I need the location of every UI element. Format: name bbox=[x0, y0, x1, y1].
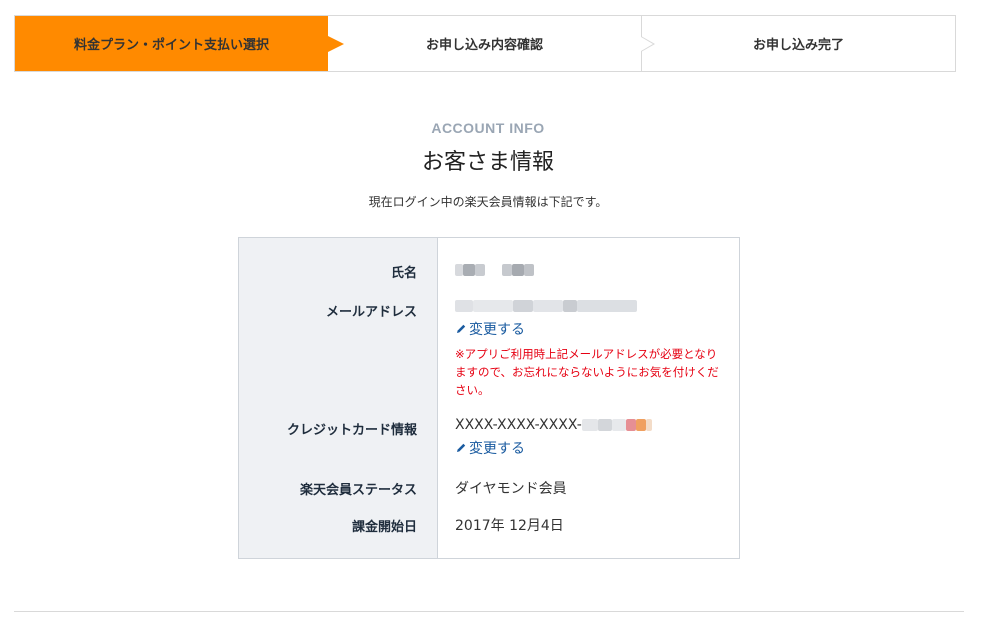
step-label: お申し込み完了 bbox=[752, 38, 844, 53]
card-value: XXXX-XXXX-XXXX- bbox=[455, 417, 652, 433]
section-eyebrow: ACCOUNT INFO bbox=[431, 120, 545, 136]
card-label: クレジットカード情報 bbox=[286, 423, 417, 438]
section-description: 現在ログイン中の楽天会員情報は下記です。 bbox=[368, 195, 608, 209]
billing-start-label: 課金開始日 bbox=[351, 520, 417, 535]
email-label: メールアドレス bbox=[325, 305, 417, 320]
email-warning-text: ※アプリご利用時上記メールアドレスが必要となりますので、お忘れにならないようにお… bbox=[455, 347, 719, 397]
member-status-value: ダイヤモンド会員 bbox=[455, 481, 567, 497]
name-value-redacted bbox=[455, 262, 534, 278]
status-label: 楽天会員ステータス bbox=[299, 483, 417, 498]
email-change-link[interactable]: 変更する bbox=[455, 319, 525, 339]
name-label: 氏名 bbox=[390, 266, 417, 281]
step-confirm: お申し込み内容確認 bbox=[328, 16, 641, 71]
progress-stepper: 料金プラン・ポイント支払い選択 お申し込み内容確認 お申し込み完了 bbox=[14, 15, 956, 72]
billing-start-value: 2017年 12月4日 bbox=[455, 518, 564, 534]
account-info-table: 氏名 メールアドレス クレジットカード情報 楽天会員ステータス 課金開始日 変更… bbox=[238, 237, 740, 559]
page-title: お客さま情報 bbox=[421, 150, 554, 175]
step-label: お申し込み内容確認 bbox=[425, 38, 543, 53]
step-complete: お申し込み完了 bbox=[641, 16, 955, 71]
email-change-label: 変更する bbox=[469, 322, 525, 338]
pencil-icon bbox=[457, 324, 466, 333]
pencil-icon bbox=[457, 443, 466, 452]
card-change-label: 変更する bbox=[469, 441, 525, 457]
step-arrow-icon bbox=[328, 35, 344, 52]
email-value-redacted bbox=[455, 298, 637, 314]
step-plan-selection: 料金プラン・ポイント支払い選択 bbox=[15, 16, 344, 71]
value-column: 変更する ※アプリご利用時上記メールアドレスが必要となりますので、お忘れにならな… bbox=[438, 238, 739, 558]
card-change-link[interactable]: 変更する bbox=[455, 438, 525, 458]
card-number-masked: XXXX-XXXX-XXXX- bbox=[455, 417, 582, 433]
step-label: 料金プラン・ポイント支払い選択 bbox=[73, 38, 269, 53]
divider bbox=[14, 611, 964, 612]
label-column: 氏名 メールアドレス クレジットカード情報 楽天会員ステータス 課金開始日 bbox=[239, 238, 438, 558]
